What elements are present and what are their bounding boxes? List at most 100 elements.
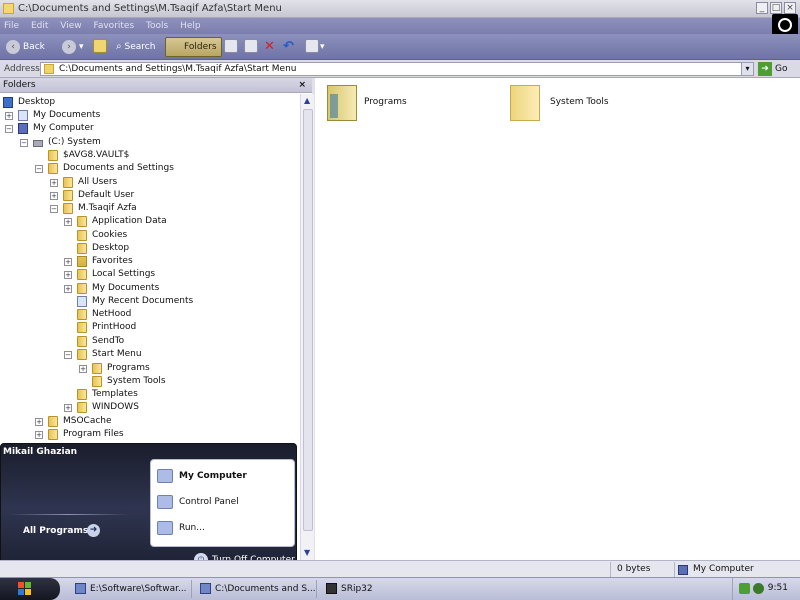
all-programs-button[interactable]: All Programs	[23, 526, 88, 536]
folders-label: Folders	[184, 42, 217, 52]
start-menu: Mikail Ghazian All Programs ➜ My Compute…	[0, 443, 297, 575]
menu-tools[interactable]: Tools	[146, 21, 168, 31]
search-icon: ⌕	[116, 41, 122, 52]
expand-icon[interactable]: +	[64, 404, 72, 412]
task-label: E:\Software\Softwar...	[90, 584, 187, 594]
expand-icon[interactable]: +	[5, 112, 13, 120]
tree-label: Documents and Settings	[63, 163, 174, 173]
computer-icon	[678, 565, 688, 575]
folder-icon	[77, 269, 87, 280]
scroll-up-icon[interactable]: ▲	[304, 96, 310, 105]
task-label: C:\Documents and S...	[215, 584, 316, 594]
undo-icon[interactable]: ↶	[283, 38, 294, 56]
move-to-icon[interactable]	[224, 39, 238, 53]
taskbar-item[interactable]: SRip32	[325, 580, 395, 598]
vertical-scrollbar[interactable]: ▲ ▼	[300, 94, 314, 560]
copy-to-icon[interactable]	[244, 39, 258, 53]
dropdown-arrow-icon: ▾	[79, 42, 84, 52]
address-input[interactable]: C:\Documents and Settings\M.Tsaqif Azfa\…	[40, 62, 754, 76]
expand-icon[interactable]: +	[50, 179, 58, 187]
address-label: Address	[4, 64, 40, 74]
views-dropdown-icon[interactable]: ▾	[320, 38, 325, 56]
start-item-my-computer[interactable]: My Computer	[157, 468, 247, 484]
expand-icon[interactable]: +	[64, 271, 72, 279]
go-button[interactable]: ➜ Go	[758, 62, 787, 76]
menu-help[interactable]: Help	[180, 21, 201, 31]
taskbar-item[interactable]: E:\Software\Softwar...	[74, 580, 192, 598]
folders-button[interactable]: Folders	[165, 37, 222, 57]
start-item-label: Run...	[179, 523, 205, 533]
back-button[interactable]: ‹ Back	[6, 38, 45, 56]
window-title: C:\Documents and Settings\M.Tsaqif Azfa\…	[18, 3, 282, 14]
folder-icon	[92, 363, 102, 374]
tree-label: M.Tsaqif Azfa	[78, 203, 137, 213]
expand-icon[interactable]: +	[35, 418, 43, 426]
address-dropdown-icon[interactable]: ▾	[741, 63, 753, 75]
go-arrow-icon: ➜	[758, 62, 772, 76]
collapse-icon[interactable]: −	[5, 125, 13, 133]
folder-icon	[77, 349, 87, 360]
close-button[interactable]: ×	[784, 2, 796, 14]
clock: 9:51	[767, 583, 788, 593]
start-item-label: Control Panel	[179, 497, 239, 507]
back-arrow-icon: ‹	[6, 39, 20, 54]
tree-label: All Users	[78, 177, 118, 187]
tree-label: Local Settings	[92, 269, 156, 279]
arrow-right-icon[interactable]: ➜	[87, 524, 100, 537]
drive-icon	[33, 140, 43, 147]
expand-icon[interactable]: +	[64, 258, 72, 266]
collapse-icon[interactable]: −	[50, 205, 58, 213]
divider	[674, 562, 675, 577]
toolbar: ‹ Back › ▾ ⌕ Search Folders ✕ ↶ ▾	[0, 34, 800, 60]
delete-icon[interactable]: ✕	[264, 38, 275, 56]
expand-icon[interactable]: +	[79, 365, 87, 373]
menu-favorites[interactable]: Favorites	[93, 21, 134, 31]
windows-flag-icon	[18, 582, 32, 596]
status-bar: 0 bytes My Computer	[0, 560, 800, 577]
folder-icon	[63, 190, 73, 201]
window-icon	[200, 583, 211, 594]
expand-icon[interactable]: +	[64, 285, 72, 293]
close-icon[interactable]: ×	[298, 78, 306, 93]
forward-button[interactable]: › ▾	[62, 38, 84, 56]
windows-logo-icon	[772, 14, 798, 36]
tree-label: Default User	[78, 190, 135, 200]
folder-icon	[63, 177, 73, 188]
collapse-icon[interactable]: −	[20, 139, 28, 147]
start-item-run[interactable]: Run...	[157, 520, 205, 536]
up-folder-button[interactable]	[93, 39, 107, 53]
folder-icon	[3, 3, 14, 14]
programs-folder-icon	[327, 85, 357, 121]
search-button[interactable]: ⌕ Search	[116, 38, 155, 56]
folder-icon	[510, 85, 540, 121]
taskbar-item[interactable]: C:\Documents and S...	[199, 580, 317, 598]
tree-label: Cookies	[92, 230, 128, 240]
tray-antivirus-icon[interactable]	[753, 583, 764, 594]
maximize-button[interactable]: □	[770, 2, 782, 14]
folder-icon	[77, 283, 87, 294]
folder-icon	[48, 429, 58, 440]
expand-icon[interactable]: +	[35, 431, 43, 439]
folder-icon	[77, 216, 87, 227]
tree-label: System Tools	[107, 376, 166, 386]
start-button[interactable]	[0, 578, 60, 600]
menu-edit[interactable]: Edit	[31, 21, 48, 31]
tree-label: MSOCache	[63, 416, 112, 426]
expand-icon[interactable]: +	[50, 192, 58, 200]
status-size: 0 bytes	[617, 564, 651, 574]
views-icon[interactable]	[305, 39, 319, 53]
tree-label: My Computer	[33, 123, 94, 133]
collapse-icon[interactable]: −	[64, 351, 72, 359]
scrollbar-thumb[interactable]	[303, 109, 313, 531]
file-label: System Tools	[550, 97, 609, 107]
start-item-control-panel[interactable]: Control Panel	[157, 494, 239, 510]
title-bar: C:\Documents and Settings\M.Tsaqif Azfa\…	[0, 0, 800, 18]
tray-network-icon[interactable]	[739, 583, 750, 594]
control-panel-icon	[157, 495, 173, 509]
scroll-down-icon[interactable]: ▼	[304, 548, 310, 557]
expand-icon[interactable]: +	[64, 218, 72, 226]
menu-view[interactable]: View	[60, 21, 81, 31]
collapse-icon[interactable]: −	[35, 165, 43, 173]
menu-file[interactable]: File	[4, 21, 19, 31]
minimize-button[interactable]: _	[756, 2, 768, 14]
